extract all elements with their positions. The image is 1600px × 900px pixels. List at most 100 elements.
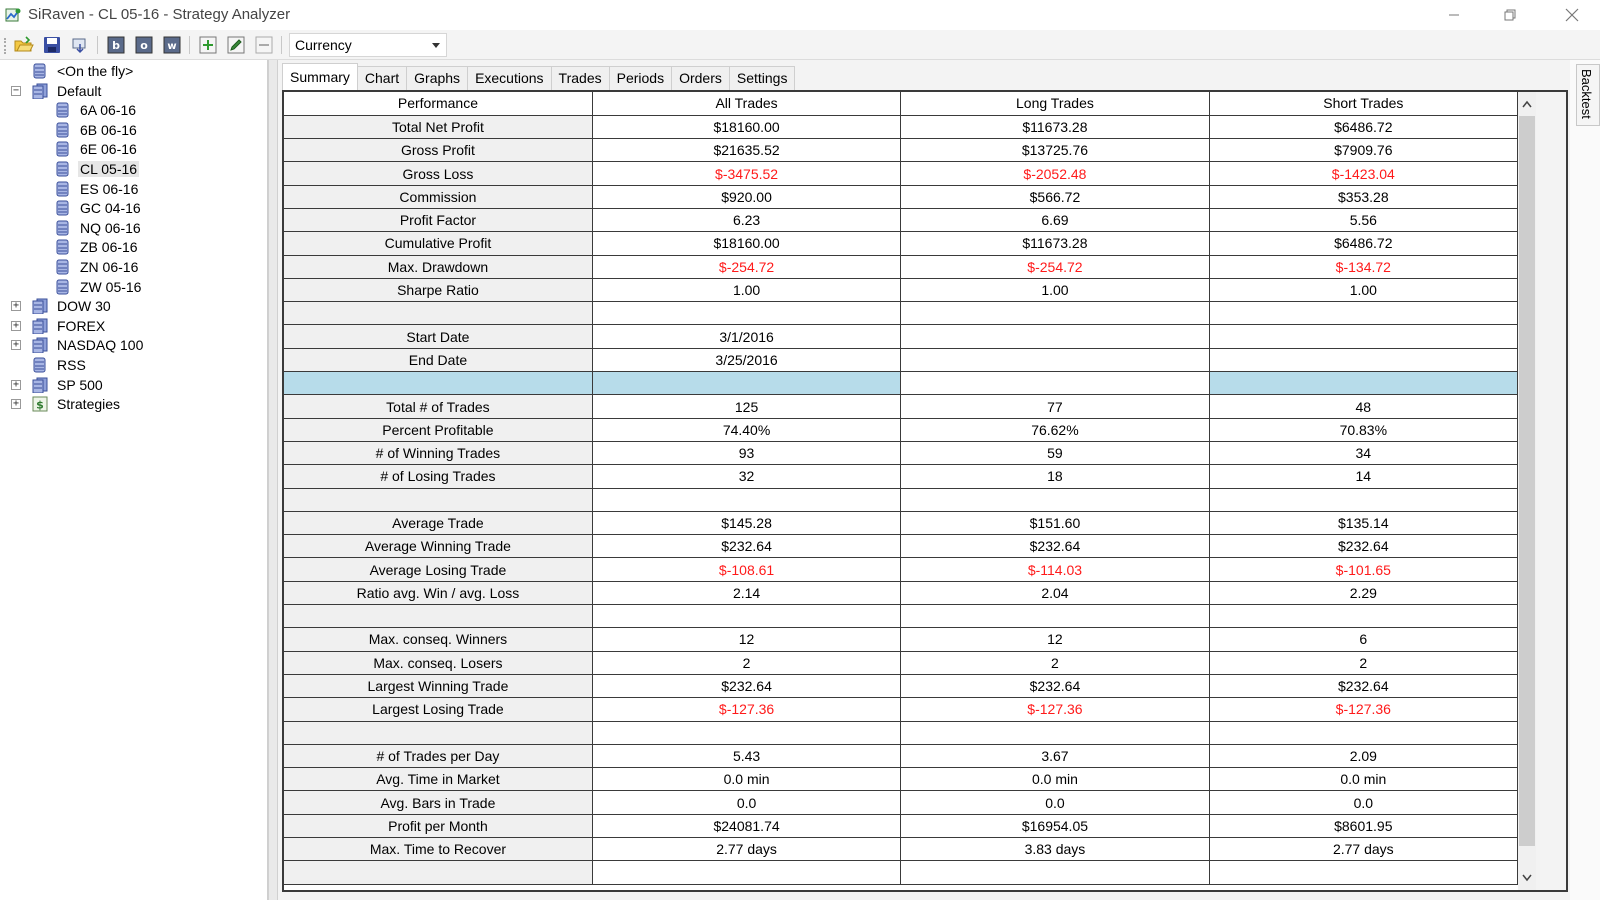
column-header[interactable]: Long Trades [900, 92, 1210, 116]
toolbar-grip[interactable] [4, 38, 7, 54]
table-row[interactable]: Largest Winning Trade $232.64 $232.64 $232.… [284, 674, 1519, 699]
table-row[interactable]: Average Winning Trade $232.64 $232.64 $232.… [284, 534, 1519, 559]
table-row[interactable]: Ratio avg. Win / avg. Loss 2.14 2.04 2.29 [284, 581, 1519, 606]
tree-item[interactable]: CL 05-16 [55, 159, 140, 179]
table-row[interactable]: Max. Time to Recover 2.77 days 3.83 days 2.… [284, 837, 1519, 862]
tree-item[interactable]: + DOW 30 [11, 296, 113, 316]
table-row[interactable]: Profit per Month $24081.74 $16954.05 $8601.… [284, 814, 1519, 839]
table-row[interactable] [284, 301, 1519, 326]
table-row[interactable]: Max. conseq. Losers 2 2 2 [284, 651, 1519, 675]
tab-trades[interactable]: Trades [550, 66, 610, 90]
table-row[interactable]: Avg. Time in Market 0.0 min 0.0 min 0.0 min [284, 767, 1519, 792]
side-tab-backtest[interactable]: Backtest [1576, 64, 1600, 126]
tree-item[interactable]: 6E 06-16 [55, 139, 139, 159]
table-row[interactable]: Commission $920.00 $566.72 $353.28 [284, 185, 1519, 209]
table-row[interactable]: Largest Losing Trade $-127.36 $-127.36 $-12… [284, 697, 1519, 722]
database-icon [56, 161, 69, 177]
tab-executions[interactable]: Executions [467, 66, 552, 90]
table-row[interactable]: # of Trades per Day 5.43 3.67 2.09 [284, 744, 1519, 769]
tree-item[interactable]: + FOREX [11, 316, 107, 336]
table-row[interactable]: Max. Drawdown $-254.72 $-254.72 $-134.72 [284, 255, 1519, 279]
save-button[interactable] [40, 34, 64, 56]
table-row[interactable]: Average Losing Trade $-108.61 $-114.03 $-10… [284, 557, 1519, 582]
database-icon [56, 200, 69, 216]
tree-item[interactable]: ZB 06-16 [55, 237, 140, 257]
expand-icon[interactable]: + [11, 301, 21, 312]
table-row[interactable]: Profit Factor 6.23 6.69 5.56 [284, 208, 1519, 233]
table-row[interactable]: Cumulative Profit $18160.00 $11673.28 $6486… [284, 231, 1519, 256]
table-row[interactable]: Sharpe Ratio 1.00 1.00 1.00 [284, 278, 1519, 303]
tree-item[interactable]: ZN 06-16 [55, 257, 140, 277]
tab-settings[interactable]: Settings [728, 66, 796, 90]
tab-graphs[interactable]: Graphs [406, 66, 469, 90]
row-label: Max. Time to Recover [284, 837, 593, 862]
table-cell: 76.62% [900, 418, 1210, 442]
expand-icon[interactable]: + [11, 320, 21, 331]
minimize-button[interactable] [1426, 0, 1482, 30]
table-row[interactable]: Avg. Bars in Trade 0.0 0.0 0.0 [284, 790, 1519, 815]
table-row[interactable]: End Date 3/25/2016 [284, 348, 1519, 373]
table-row[interactable] [284, 860, 1519, 885]
optimize-o-button[interactable]: o [132, 34, 156, 56]
table-row[interactable]: # of Winning Trades 93 59 34 [284, 441, 1519, 466]
open-button[interactable] [12, 34, 36, 56]
export-button[interactable] [68, 34, 92, 56]
table-row[interactable] [284, 604, 1519, 629]
expand-icon[interactable]: + [11, 340, 21, 351]
tree-item[interactable]: + SP 500 [11, 375, 105, 395]
scroll-up-button[interactable] [1518, 94, 1536, 114]
table-cell: $232.64 [592, 534, 902, 559]
tree-item[interactable]: ES 06-16 [55, 179, 140, 199]
table-row[interactable]: Gross Profit $21635.52 $13725.76 $7909.76 [284, 138, 1519, 163]
table-row[interactable]: Total Net Profit $18160.00 $11673.28 $6486.… [284, 115, 1519, 140]
tree-item[interactable]: <On the fly> [32, 61, 135, 81]
scrollbar-thumb[interactable] [1519, 116, 1535, 846]
walkforward-w-button[interactable]: w [160, 34, 184, 56]
table-row[interactable] [284, 488, 1519, 512]
backtest-b-button[interactable]: b [104, 34, 128, 56]
currency-dropdown[interactable]: Currency [289, 33, 447, 57]
scroll-down-button[interactable] [1518, 868, 1536, 888]
table-row[interactable]: Average Trade $145.28 $151.60 $135.14 [284, 511, 1519, 536]
panel-splitter[interactable] [268, 60, 278, 900]
tree-item[interactable]: 6B 06-16 [55, 120, 139, 140]
table-cell [1209, 721, 1519, 745]
remove-button[interactable] [252, 34, 276, 56]
restore-button[interactable] [1482, 0, 1538, 30]
tree-item[interactable]: + NASDAQ 100 [11, 335, 145, 355]
expand-icon[interactable]: + [11, 379, 21, 390]
expand-icon[interactable]: + [11, 399, 21, 410]
table-row[interactable] [284, 371, 1519, 396]
table-row[interactable]: Percent Profitable 74.40% 76.62% 70.83% [284, 418, 1519, 442]
table-row[interactable] [284, 721, 1519, 745]
collapse-icon[interactable]: − [11, 85, 21, 96]
tab-summary[interactable]: Summary [282, 63, 358, 90]
close-button[interactable] [1544, 0, 1600, 30]
table-cell: 2.09 [1209, 744, 1519, 769]
tab-chart[interactable]: Chart [356, 66, 408, 90]
column-header[interactable]: Performance [284, 92, 593, 116]
table-row[interactable]: Gross Loss $-3475.52 $-2052.48 $-1423.04 [284, 161, 1519, 186]
table-row[interactable]: Max. conseq. Winners 12 12 6 [284, 627, 1519, 652]
tab-orders[interactable]: Orders [671, 66, 730, 90]
table-row[interactable]: # of Losing Trades 32 18 14 [284, 464, 1519, 489]
table-cell: $-1423.04 [1209, 161, 1519, 186]
row-label: Gross Profit [284, 138, 593, 163]
add-button[interactable] [196, 34, 220, 56]
table-row[interactable]: Total # of Trades 125 77 48 [284, 394, 1519, 419]
tree-item[interactable]: NQ 06-16 [55, 218, 143, 238]
tree-item[interactable]: RSS [32, 355, 88, 375]
tab-periods[interactable]: Periods [608, 66, 673, 90]
vertical-scrollbar[interactable] [1518, 92, 1536, 890]
table-row[interactable]: Start Date 3/1/2016 [284, 324, 1519, 349]
table-cell: $-2052.48 [900, 161, 1210, 186]
edit-button[interactable] [224, 34, 248, 56]
tree-item[interactable]: − Default [11, 81, 103, 101]
tree-item[interactable]: ZW 05-16 [55, 277, 143, 297]
tree-item[interactable]: + $ Strategies [11, 394, 122, 414]
row-label: Largest Losing Trade [284, 697, 593, 722]
column-header[interactable]: Short Trades [1209, 92, 1519, 116]
column-header[interactable]: All Trades [592, 92, 902, 116]
tree-item[interactable]: GC 04-16 [55, 198, 143, 218]
tree-item[interactable]: 6A 06-16 [55, 100, 138, 120]
